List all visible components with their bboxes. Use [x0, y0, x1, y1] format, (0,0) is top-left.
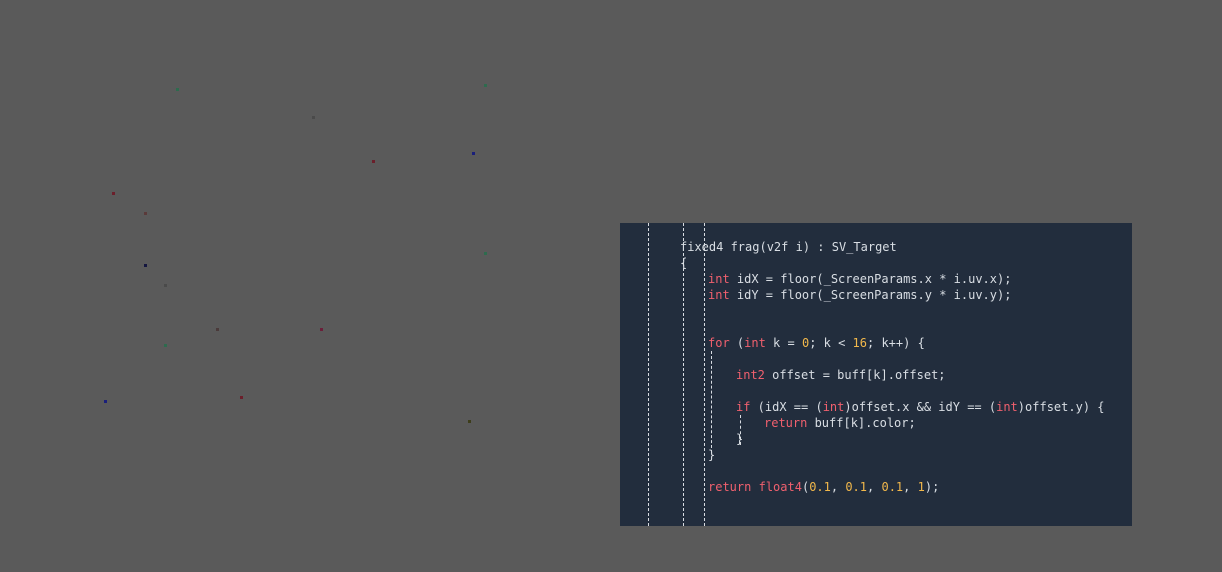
offset-pixel — [468, 420, 471, 423]
keyword: int — [744, 336, 766, 350]
code-text: (idX == ( — [750, 400, 823, 414]
offset-pixel — [472, 152, 475, 155]
code-text: idY = floor(_ScreenParams.y * i.uv.y); — [729, 288, 1012, 302]
keyword: return — [708, 480, 752, 494]
code-line-signature: fixed4 frag(v2f i) : SV_Target — [680, 240, 897, 254]
offset-pixel — [320, 328, 323, 331]
keyword: int — [996, 400, 1018, 414]
number-literal: 1 — [917, 480, 925, 494]
code-line-close-for: } — [708, 448, 716, 462]
keyword: return — [764, 416, 808, 430]
code-line-return-color: return buff[k].color; — [764, 415, 916, 431]
offset-pixel — [144, 212, 147, 215]
offset-pixel — [176, 88, 179, 91]
indent-guide — [711, 351, 712, 453]
offset-pixel — [484, 252, 487, 255]
code-text: offset = buff[k].offset; — [764, 368, 946, 382]
code-line-offset: int2 offset = buff[k].offset; — [736, 367, 946, 383]
number-literal: 0.1 — [845, 480, 868, 494]
code-line-return-default: return float4(0.1, 0.1, 0.1, 1); — [708, 479, 939, 495]
number-literal: 0.1 — [809, 480, 831, 494]
number-literal: 16 — [852, 336, 867, 350]
offset-pixel — [164, 284, 167, 287]
offset-pixel — [484, 84, 487, 87]
keyword: float4 — [758, 480, 802, 494]
code-text: , — [830, 480, 846, 494]
code-text: , — [903, 480, 918, 494]
code-line-open-brace: { — [680, 256, 688, 270]
code-panel: fixed4 frag(v2f i) : SV_Target { int idX… — [620, 223, 1132, 526]
code-text: idX = floor(_ScreenParams.x * i.uv.x); — [729, 272, 1012, 286]
code-line-idy: int idY = floor(_ScreenParams.y * i.uv.y… — [708, 287, 1011, 303]
code-text: k = — [765, 336, 802, 350]
keyword: int — [708, 288, 730, 302]
code-text: ; k < — [809, 336, 853, 350]
keyword: int2 — [736, 368, 765, 382]
code-line-idx: int idX = floor(_ScreenParams.x * i.uv.x… — [708, 271, 1011, 287]
offset-pixel — [312, 116, 315, 119]
offset-pixel — [104, 400, 107, 403]
offset-pixel — [240, 396, 243, 399]
keyword: for — [708, 336, 730, 350]
offset-pixel — [112, 192, 115, 195]
keyword: int — [708, 272, 730, 286]
number-literal: 0.1 — [881, 480, 904, 494]
code-text: )offset.y) { — [1017, 400, 1105, 414]
code-text: ; k++) { — [867, 336, 925, 350]
offset-pixel — [164, 344, 167, 347]
code-text: ( — [729, 336, 745, 350]
keyword: if — [736, 400, 751, 414]
code-line-close-if: } — [736, 432, 744, 446]
keyword: int — [822, 400, 845, 414]
offset-pixel — [144, 264, 147, 267]
code-text: , — [867, 480, 882, 494]
indent-guide — [704, 223, 705, 526]
code-line-if: if (idX == (int)offset.x && idY == (int)… — [736, 399, 1105, 415]
indent-guide — [648, 223, 649, 526]
offset-pixel — [372, 160, 375, 163]
offset-pixel — [216, 328, 219, 331]
code-line-for: for (int k = 0; k < 16; k++) { — [708, 335, 925, 351]
code-text: ); — [924, 480, 940, 494]
code-text: buff[k].color; — [807, 416, 916, 430]
code-text: )offset.x && idY == ( — [844, 400, 997, 414]
